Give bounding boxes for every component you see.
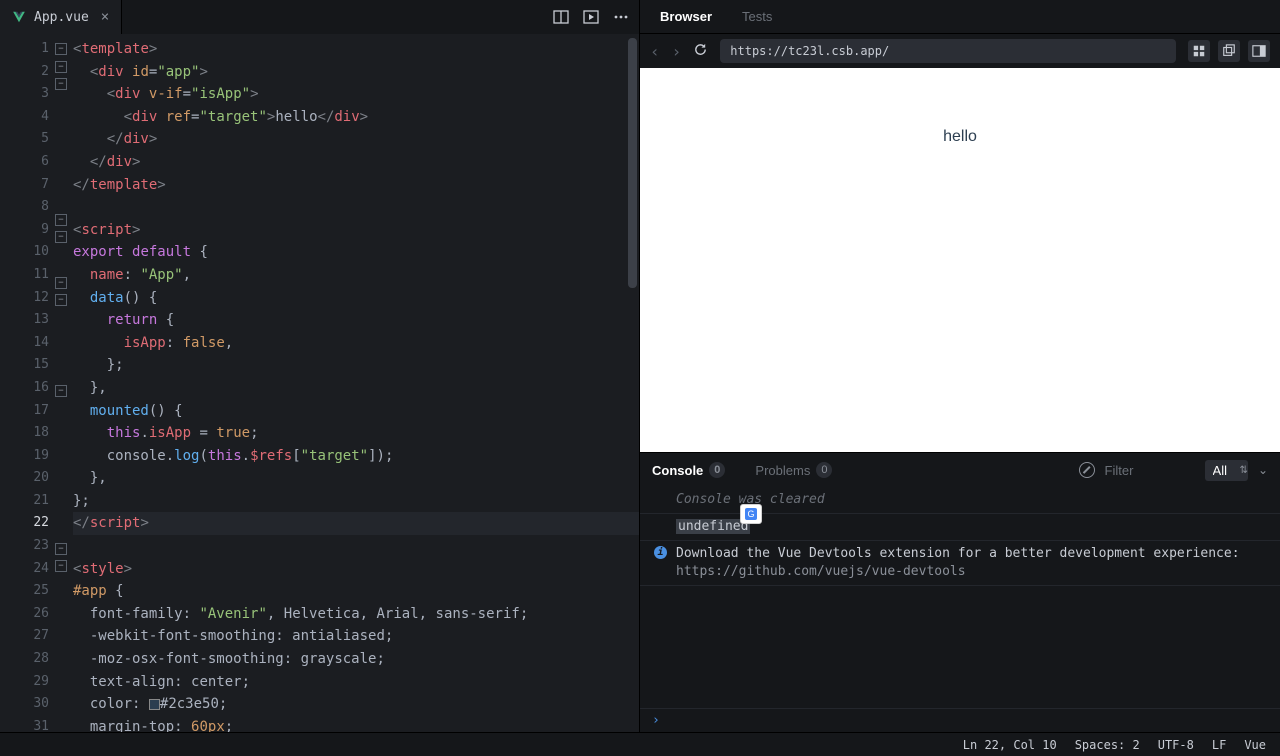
cursor-position[interactable]: Ln 22, Col 10 <box>963 738 1057 752</box>
tab-tests[interactable]: Tests <box>742 9 772 24</box>
editor-tabs: App.vue × <box>0 0 639 34</box>
indent-setting[interactable]: Spaces: 2 <box>1075 738 1140 752</box>
toggle-preview-icon[interactable] <box>583 9 599 25</box>
tab-console[interactable]: Console0 <box>652 462 725 478</box>
new-window-icon[interactable] <box>1218 40 1240 62</box>
console-row: i Download the Vue Devtools extension fo… <box>640 541 1280 586</box>
split-editor-icon[interactable] <box>553 9 569 25</box>
chevron-down-icon[interactable]: ⌄ <box>1258 463 1268 477</box>
console-input[interactable]: › <box>640 708 1280 732</box>
forward-icon[interactable]: › <box>672 42 682 61</box>
tab-problems[interactable]: Problems0 <box>755 462 832 478</box>
problems-badge: 0 <box>816 462 832 478</box>
status-bar: Ln 22, Col 10 Spaces: 2 UTF-8 LF Vue <box>0 732 1280 756</box>
console-output[interactable]: Console was cleared undefinedG i Downloa… <box>640 487 1280 708</box>
info-icon: i <box>654 546 667 559</box>
vue-icon <box>12 10 26 24</box>
console-row: undefinedG <box>640 514 1280 541</box>
encoding[interactable]: UTF-8 <box>1158 738 1194 752</box>
tab-browser[interactable]: Browser <box>660 9 712 24</box>
language-mode[interactable]: Vue <box>1244 738 1266 752</box>
close-icon[interactable]: × <box>101 9 109 25</box>
url-input[interactable] <box>720 39 1176 63</box>
eol[interactable]: LF <box>1212 738 1226 752</box>
preview-text: hello <box>640 128 1280 146</box>
code-editor[interactable]: 1234567891011121314151617181920212223242… <box>0 34 639 732</box>
right-pane: Browser Tests ‹ › hello Consol <box>640 0 1280 732</box>
browser-preview[interactable]: hello <box>640 68 1280 452</box>
log-level-select[interactable]: All <box>1205 460 1248 481</box>
editor-pane: App.vue × 123456789101112131415161718192… <box>0 0 640 732</box>
file-tab[interactable]: App.vue × <box>0 0 122 34</box>
url-bar: ‹ › <box>640 34 1280 68</box>
translate-badge-icon[interactable]: G <box>740 504 762 524</box>
filter-input[interactable] <box>1105 463 1195 478</box>
console-badge: 0 <box>709 462 725 478</box>
right-tabs: Browser Tests <box>640 0 1280 34</box>
console-row: Console was cleared <box>640 487 1280 514</box>
console-panel: Console0 Problems0 All ⇅ ⌄ Console was c… <box>640 452 1280 732</box>
scrollbar-thumb[interactable] <box>628 38 637 288</box>
back-icon[interactable]: ‹ <box>650 42 660 61</box>
layout-icon[interactable] <box>1248 40 1270 62</box>
tab-filename: App.vue <box>34 10 89 25</box>
more-icon[interactable] <box>613 9 629 25</box>
reload-icon[interactable] <box>693 42 708 61</box>
clear-console-icon[interactable] <box>1079 462 1095 478</box>
csb-icon[interactable] <box>1188 40 1210 62</box>
